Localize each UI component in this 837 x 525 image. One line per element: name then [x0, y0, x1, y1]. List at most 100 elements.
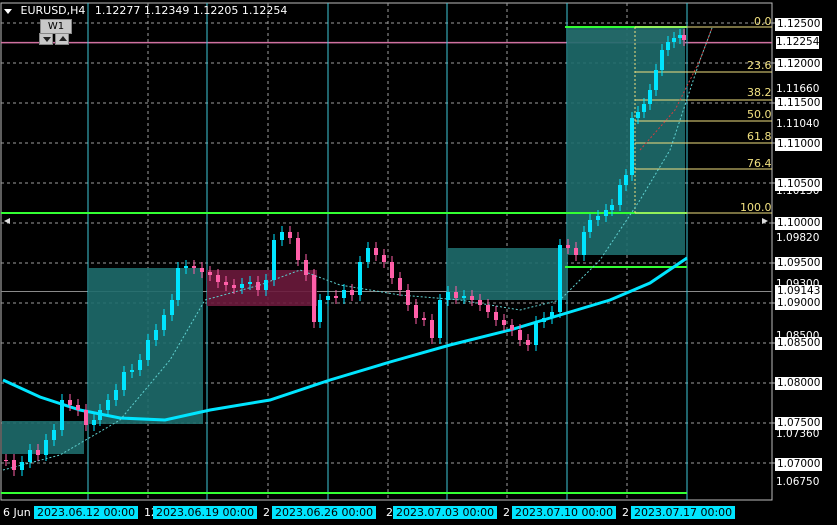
candle-body — [106, 400, 110, 410]
candle-body — [4, 460, 8, 461]
timeframe-button[interactable]: W1 — [40, 19, 72, 34]
arrow-down-icon[interactable] — [39, 33, 53, 45]
zone-top — [567, 30, 685, 42]
candle-body — [406, 290, 410, 305]
candle-body — [382, 255, 386, 262]
candle-body — [682, 35, 686, 40]
candle-body — [52, 430, 56, 440]
ohlc-values: 1.12277 1.12349 1.12205 1.12254 — [94, 4, 288, 17]
price-label: 1.11660 — [776, 83, 820, 95]
candle-body — [654, 70, 658, 90]
candle-body — [44, 440, 48, 455]
candle-body — [390, 262, 394, 278]
price-label: 1.10000 — [775, 217, 823, 230]
candle-body — [318, 300, 322, 322]
symbol-label: EURUSD,H4 — [20, 4, 86, 17]
price-label: 1.06750 — [776, 476, 820, 488]
candle-body — [138, 360, 142, 370]
candle-body — [666, 42, 670, 50]
candle-body — [312, 275, 316, 322]
candle-body — [350, 290, 354, 295]
candle-body — [494, 312, 498, 320]
candle-body — [60, 400, 64, 430]
candle-body — [358, 262, 362, 295]
candle-body — [462, 296, 466, 298]
supply-zone — [207, 270, 317, 306]
time-label: 2 — [503, 506, 510, 519]
candle-body — [542, 318, 546, 322]
candle-body — [486, 305, 490, 312]
candle-body — [264, 280, 268, 290]
time-label: 2 — [263, 506, 270, 519]
candle-body — [660, 50, 664, 70]
candle-body — [430, 320, 434, 338]
candle-body — [596, 216, 600, 220]
candle-body — [470, 296, 474, 300]
candle-body — [176, 268, 180, 300]
fib-label: 100.0 — [740, 201, 772, 214]
price-label: 1.11000 — [775, 138, 823, 151]
time-label: 2023.06.19 00:00 — [153, 506, 258, 519]
demand-zone — [447, 248, 567, 300]
candle-body — [192, 266, 196, 268]
candle-body — [374, 248, 378, 255]
time-label: 2023.06.26 00:00 — [272, 506, 377, 519]
candle-body — [518, 330, 522, 340]
candle-body — [438, 300, 442, 338]
candle-body — [68, 400, 72, 405]
candle-body — [624, 175, 628, 185]
time-label: 2023.07.10 00:00 — [512, 506, 617, 519]
candle-body — [672, 38, 676, 42]
candle-body — [398, 278, 402, 290]
price-label: 1.11040 — [776, 118, 820, 130]
time-label: 2023.07.03 00:00 — [393, 506, 498, 519]
time-label: 2023.06.12 00:00 — [34, 506, 139, 519]
price-label: 1.09500 — [775, 257, 823, 270]
candle-body — [414, 305, 418, 318]
candle-body — [630, 118, 634, 175]
candle-body — [648, 90, 652, 104]
demand-zone — [2, 421, 84, 454]
price-label: 1.08500 — [775, 337, 823, 350]
time-label: 2 — [386, 506, 393, 519]
candle-body — [610, 205, 614, 210]
candle-body — [256, 282, 260, 290]
candle-body — [550, 312, 554, 318]
candle-body — [280, 232, 284, 240]
candle-body — [232, 285, 236, 288]
candle-body — [162, 315, 166, 330]
fib-label: 38.2 — [747, 86, 772, 99]
candle-body — [208, 272, 212, 275]
fib-label: 23.6 — [747, 59, 772, 72]
candle-body — [642, 104, 646, 112]
price-label: 1.08000 — [775, 377, 823, 390]
candle-body — [478, 300, 482, 305]
candle-body — [114, 390, 118, 400]
candle-body — [76, 405, 80, 410]
candle-body — [170, 300, 174, 315]
candle-body — [574, 248, 578, 255]
candle-body — [326, 296, 330, 300]
collapse-triangle-icon[interactable] — [4, 8, 12, 14]
price-label: 1.10500 — [775, 178, 823, 191]
time-label: 6 Jun — [3, 506, 31, 519]
candle-body — [184, 266, 188, 268]
candle-body — [200, 268, 204, 272]
candle-body — [678, 35, 682, 38]
price-label: 1.11500 — [775, 97, 823, 110]
candle-body — [366, 248, 370, 262]
candle-body — [604, 210, 608, 216]
price-label: 1.07000 — [775, 458, 823, 471]
candle-body — [12, 460, 16, 470]
candle-body — [216, 275, 220, 282]
price-label: 1.09820 — [776, 232, 820, 244]
candle-body — [36, 450, 40, 455]
candle-body — [446, 292, 450, 300]
candle-body — [240, 284, 244, 288]
candle-body — [534, 322, 538, 345]
price-chart[interactable] — [0, 0, 837, 525]
candle-body — [288, 232, 292, 238]
candle-body — [248, 282, 252, 284]
candle-body — [342, 290, 346, 298]
arrow-up-icon[interactable] — [55, 33, 69, 45]
